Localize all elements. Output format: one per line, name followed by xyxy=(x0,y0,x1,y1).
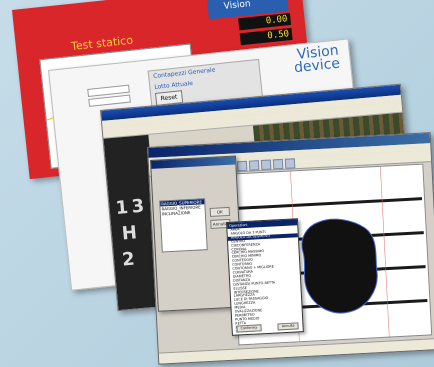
toolbar-button[interactable] xyxy=(284,158,296,169)
digit-4: 2 xyxy=(121,248,136,271)
white-window-logo: Vision device xyxy=(292,43,341,77)
digit-3: H xyxy=(120,222,138,245)
digit-1: 1 xyxy=(114,196,130,219)
dialog-ok-button[interactable]: OK xyxy=(209,206,231,217)
red-value-2: 0.50 xyxy=(239,27,293,46)
list-item[interactable]: INCLINAZIONE xyxy=(161,209,205,216)
toolbar-button[interactable] xyxy=(272,158,284,170)
white-field-2[interactable] xyxy=(88,94,131,107)
toolbar-button[interactable] xyxy=(236,160,248,172)
toolbar-button[interactable] xyxy=(248,160,260,171)
digit-2: 3 xyxy=(130,195,145,218)
logo-line-2: device xyxy=(293,55,341,77)
dialog-titlebar xyxy=(151,156,236,169)
toolbar-button[interactable] xyxy=(260,159,272,171)
inspected-object xyxy=(301,218,378,314)
dialog-list[interactable]: RAGGIO_SUPERIORE RAGGIO_INFERIORE INCLIN… xyxy=(159,198,208,253)
cancel-button[interactable]: Annulla xyxy=(277,322,299,331)
operations-list[interactable]: AREA ANGOLO DA 3 PUNTI ANGOLO DA SEGMENTI C… xyxy=(227,225,302,334)
operations-list-window: Operazioni AREA ANGOLO DA 3 PUNTI ANGOLO D… xyxy=(226,218,304,336)
confirm-button[interactable]: Conferma xyxy=(236,324,262,333)
